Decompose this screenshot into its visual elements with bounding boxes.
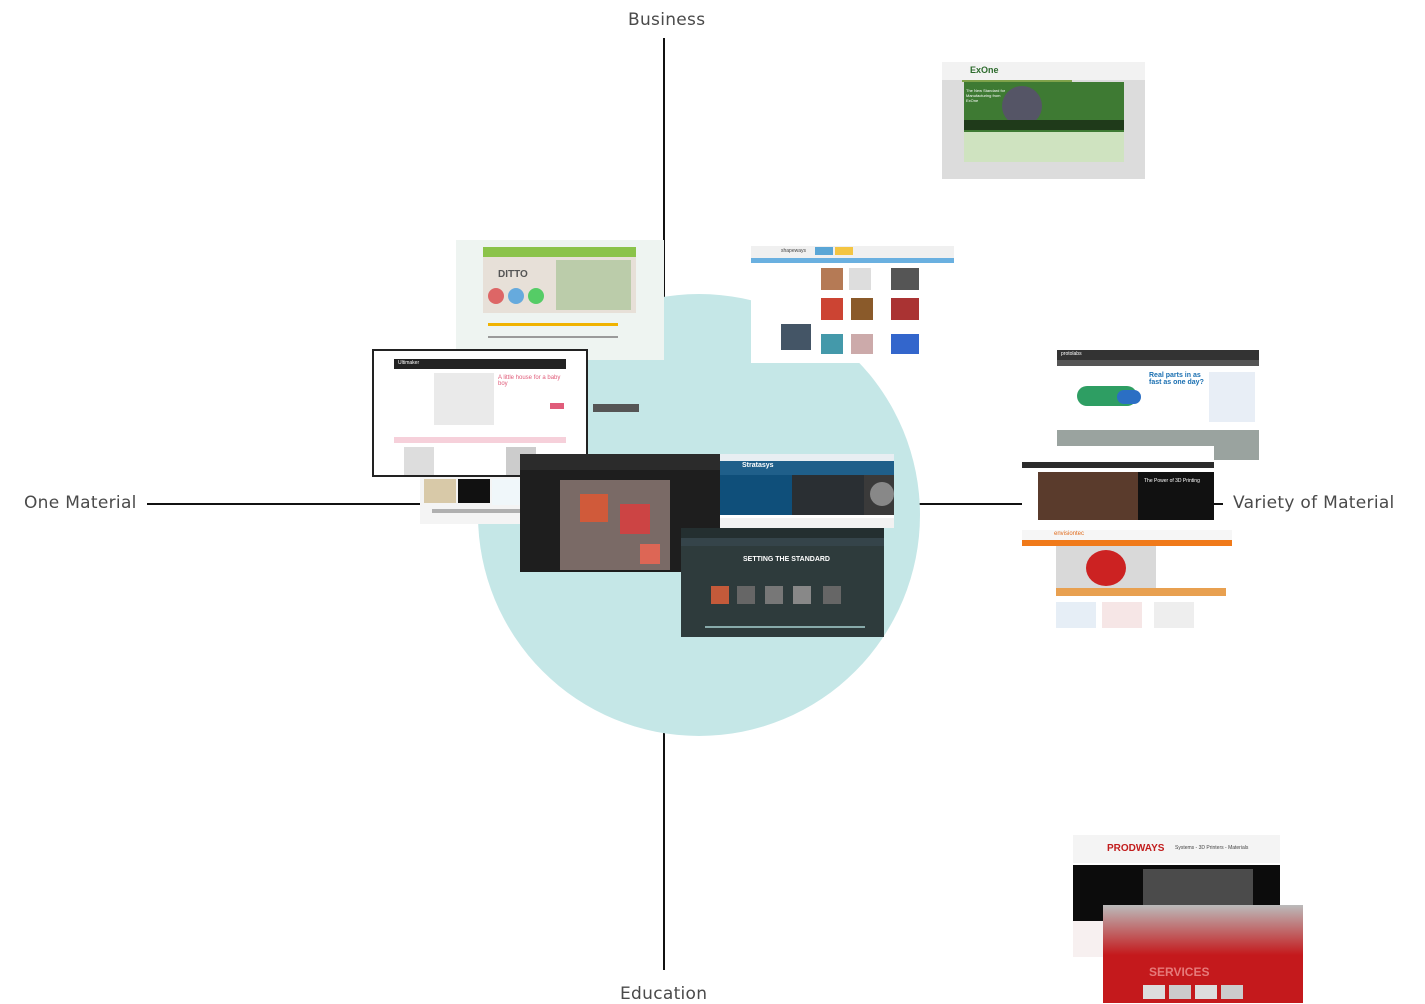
prodways-brand: PRODWAYS — [1107, 843, 1165, 854]
shapeways-brand: shapeways — [781, 248, 807, 254]
ultimaker-brand: Ultimaker — [398, 360, 420, 366]
ditto-brand: DITTO — [498, 269, 528, 280]
exone-headline: The New Standard for Manufacturing from … — [966, 88, 1006, 103]
thumbnail-cubify[interactable]: The Power of 3D Printing — [1022, 446, 1214, 522]
axis-label-right: Variety of Material — [1233, 493, 1395, 513]
exone-brand: ExOne — [970, 65, 999, 75]
envisiontec-brand: envisiontec — [1054, 531, 1085, 537]
stratasys-brand: Stratasys — [742, 462, 774, 469]
thumbnail-cubeworks[interactable]: DITTO — [456, 240, 664, 360]
thumbnail-makerbot[interactable]: SETTING THE STANDARD — [681, 528, 884, 637]
prodways-tagline: Systems - 3D Printers - Materials — [1175, 845, 1249, 851]
axis-label-top: Business — [628, 10, 706, 30]
protolabs-brand: protolabs — [1061, 351, 1082, 357]
ultimaker-headline: A little house for a baby boy — [498, 375, 561, 387]
thumbnail-protolabs[interactable]: protolabs Real parts in as fast as one d… — [1057, 350, 1259, 460]
prodways-services: SERVICES — [1149, 965, 1210, 979]
axis-label-left: One Material — [24, 493, 137, 513]
thumbnail-stratasys[interactable]: Stratasys — [720, 454, 894, 528]
thumbnail-shapeways[interactable]: shapeways — [751, 246, 954, 363]
cubify-heading: The Power of 3D Printing — [1144, 478, 1200, 484]
protolabs-headline: Real parts in as fast as one day? — [1149, 372, 1204, 386]
thumbnail-envisiontec[interactable]: envisiontec — [1022, 530, 1232, 636]
thumbnail-prodways-services[interactable]: SERVICES — [1103, 905, 1303, 1003]
thumbnail-fragment[interactable] — [593, 404, 639, 412]
makerbot-heading: SETTING THE STANDARD — [743, 556, 830, 563]
thumbnail-exone[interactable]: ExOne The New Standard for Manufacturing… — [942, 62, 1145, 179]
axis-label-bottom: Education — [620, 984, 708, 1004]
